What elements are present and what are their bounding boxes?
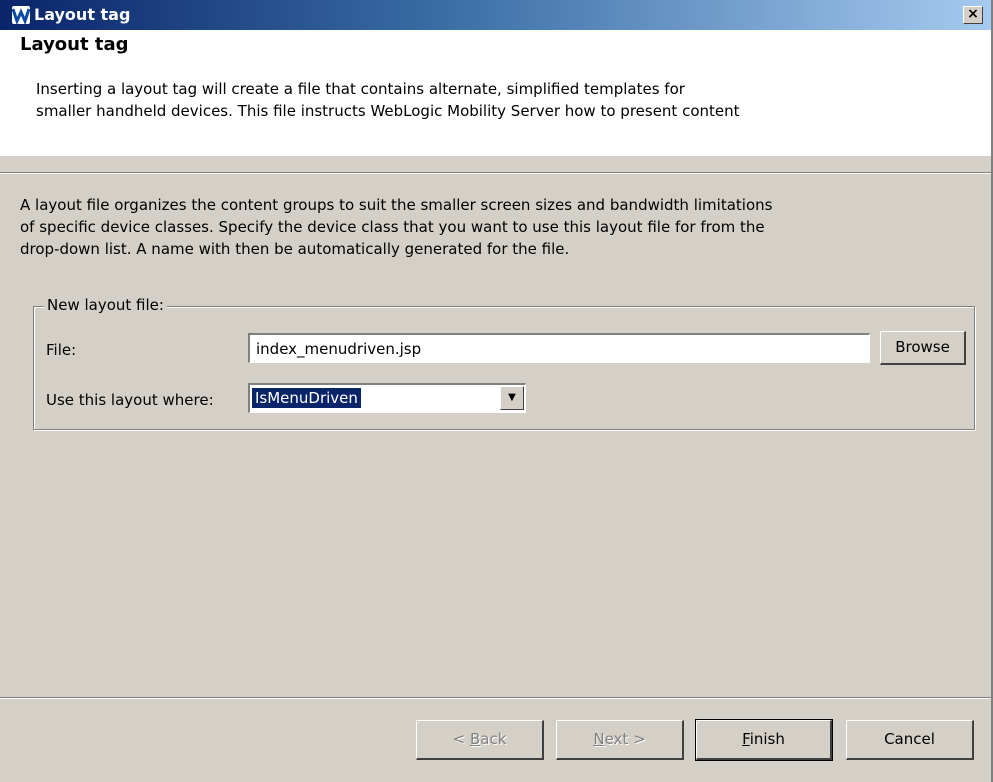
dropdown-arrow-icon[interactable]: ▼ <box>500 386 524 410</box>
layout-where-dropdown[interactable]: IsMenuDriven ▼ <box>248 383 526 413</box>
finish-label: inish <box>749 730 785 748</box>
page-description-line: smaller handheld devices. This file inst… <box>36 102 740 120</box>
weblogic-app-icon <box>12 6 30 24</box>
header-divider <box>0 172 991 174</box>
close-icon: × <box>967 6 979 22</box>
next-mnemonic: N <box>593 730 605 748</box>
finish-mnemonic: F <box>742 730 750 748</box>
file-input[interactable]: index_menudriven.jsp <box>248 333 870 363</box>
instructions-line: of specific device classes. Specify the … <box>20 218 765 236</box>
instructions-line: drop-down list. A name with then be auto… <box>20 240 570 258</box>
selected-option: IsMenuDriven <box>251 387 362 409</box>
back-prefix: < <box>452 730 470 748</box>
browse-button[interactable]: Browse <box>880 331 966 365</box>
group-legend: New layout file: <box>44 296 167 314</box>
back-label: ack <box>480 730 507 748</box>
cancel-button[interactable]: Cancel <box>846 720 974 760</box>
back-mnemonic: B <box>469 730 481 748</box>
next-label: ext > <box>604 730 646 748</box>
window-title: Layout tag <box>34 5 131 24</box>
layout-where-label: Use this layout where: <box>46 391 214 409</box>
finish-button[interactable]: Finish <box>695 719 833 761</box>
next-button[interactable]: Next > <box>556 720 684 760</box>
page-title: Layout tag <box>20 34 129 55</box>
title-bar[interactable]: Layout tag × <box>0 0 991 30</box>
close-button[interactable]: × <box>963 6 983 24</box>
page-description: Inserting a layout tag will create a fil… <box>36 78 916 122</box>
layout-tag-dialog: Layout tag × Layout tag Inserting a layo… <box>0 0 993 782</box>
instructions-line: A layout file organizes the content grou… <box>20 196 773 214</box>
page-description-line: Inserting a layout tag will create a fil… <box>36 80 685 98</box>
back-button[interactable]: < Back <box>416 720 544 760</box>
file-label: File: <box>46 341 77 359</box>
footer-divider <box>0 697 991 699</box>
new-layout-file-group: New layout file: File: index_menudriven.… <box>33 296 975 430</box>
instructions-text: A layout file organizes the content grou… <box>20 194 920 260</box>
